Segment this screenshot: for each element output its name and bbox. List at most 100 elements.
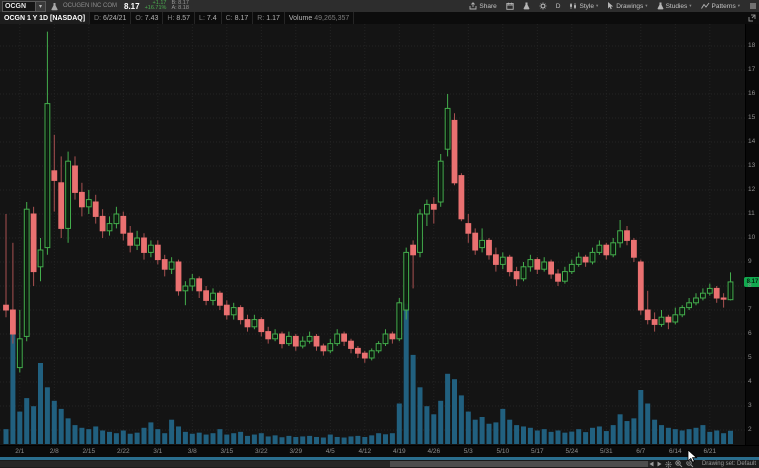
ohlc-field-value: 8.57	[176, 14, 191, 22]
candlestick-chart[interactable]	[0, 24, 745, 445]
candle-down	[493, 254, 499, 265]
scroll-left-icon[interactable]	[649, 461, 654, 467]
candle-down	[430, 203, 437, 210]
volume-bar	[486, 423, 492, 444]
candle-up	[382, 333, 389, 345]
candle-down	[720, 297, 727, 300]
volume-bar	[31, 406, 37, 444]
volume-bar	[169, 419, 175, 444]
volume-bar	[24, 398, 30, 444]
volume-bar	[679, 430, 685, 444]
toolbar-patterns-button[interactable]: Patterns ▾	[700, 2, 740, 10]
volume-bar	[355, 435, 361, 444]
volume-bar	[203, 434, 209, 444]
toolbar-right-group: Share D Style ▾ Drawings ▾ Studies ▾ Patterns ▾	[469, 0, 757, 12]
toolbar-drawings-button[interactable]: Drawings ▾	[607, 2, 648, 10]
time-axis-label: 3/15	[220, 448, 234, 455]
candle-up	[417, 213, 423, 253]
time-axis-label: 5/10	[496, 448, 510, 455]
volume-bar	[286, 435, 292, 444]
chart-settings-icon[interactable]	[665, 460, 672, 468]
candle-up	[189, 278, 196, 287]
time-axis-label: 3/1	[153, 448, 163, 455]
candle-down	[175, 261, 182, 292]
volume-bar	[72, 425, 78, 444]
time-axis-label: 4/26	[427, 448, 441, 455]
symbol-dropdown-button[interactable]: ▾	[35, 0, 46, 12]
price-axis[interactable]: 8.17 2 3 4 5 6 7 8 9 10 11 12 13 14 15 16 17 18	[744, 24, 759, 445]
ohlc-field-label: R:	[257, 14, 265, 22]
volume-bar	[514, 425, 520, 444]
candle-up	[575, 256, 582, 265]
panel-maximize-icon[interactable]	[748, 12, 756, 24]
time-axis-label: 3/8	[187, 448, 197, 455]
share-icon	[469, 2, 477, 10]
toolbar-settings-button[interactable]	[539, 2, 547, 10]
hscrollbar-thumb[interactable]	[390, 461, 648, 467]
candle-down	[79, 191, 85, 208]
zoom-in-icon[interactable]	[675, 460, 683, 468]
flask-icon[interactable]	[51, 2, 58, 11]
volume-bar	[320, 437, 326, 444]
price-axis-label: 17	[748, 66, 756, 73]
ohlc-field-value: 6/24/21	[103, 14, 127, 22]
volume-bar	[624, 421, 630, 444]
ohlc-field: D: 6/24/21	[90, 12, 132, 24]
volume-bar	[120, 430, 126, 444]
candle-down	[154, 244, 161, 261]
candle-down	[534, 259, 541, 270]
candle-up	[148, 244, 154, 253]
candle-down	[223, 304, 230, 316]
volume-bar	[493, 422, 499, 444]
volume-bar	[728, 430, 733, 444]
volume-bar	[403, 303, 409, 444]
volume-bar	[707, 431, 713, 444]
candle-down	[258, 319, 265, 333]
toolbar-menu-button[interactable]	[749, 2, 757, 10]
volume-bar	[245, 435, 250, 444]
toolbar-studies-button[interactable]: Studies ▾	[657, 2, 692, 10]
time-axis-label: 2/15	[82, 448, 96, 455]
toolbar-share-button[interactable]: Share	[469, 2, 497, 10]
volume-bar	[10, 327, 16, 444]
toolbar-timeframe-button[interactable]: D	[556, 3, 561, 10]
price-axis-label: 18	[748, 42, 756, 49]
candle-up	[658, 316, 665, 325]
volume-bar	[521, 426, 526, 444]
candle-down	[127, 232, 134, 246]
ohlc-field-value: 1.17	[266, 14, 280, 22]
volume-bar	[79, 427, 85, 444]
chart-title[interactable]: OCGN 1 Y 1D [NASDAQ]	[0, 12, 91, 24]
price-axis-label: 7	[748, 306, 752, 313]
candle-up	[23, 208, 30, 337]
candle-up	[499, 256, 506, 265]
toolbar-style-button[interactable]: Style ▾	[569, 2, 598, 10]
volume-bar	[445, 373, 451, 444]
candle-down	[320, 345, 327, 352]
candle-down	[341, 333, 348, 342]
toolbar-timeframe-label: D	[555, 2, 561, 10]
time-axis-label: 2/1	[15, 448, 25, 455]
ohlc-field-value: 7.43	[144, 14, 159, 22]
volume-bar	[134, 432, 140, 444]
volume-bar	[251, 434, 257, 444]
hscrollbar-track[interactable]	[0, 461, 652, 467]
candle-down	[92, 201, 99, 217]
toolbar-calendar-button[interactable]	[506, 2, 514, 10]
ohlc-field-label: L:	[199, 14, 205, 22]
volume-bar	[389, 433, 395, 444]
volume-bar	[334, 436, 340, 444]
volume-bar	[141, 427, 147, 444]
volume-bar	[307, 435, 313, 444]
volume-bar	[100, 430, 106, 444]
symbol-input[interactable]: OCGN	[2, 0, 35, 12]
scroll-right-icon[interactable]	[657, 461, 662, 467]
toolbar-analyze-button[interactable]	[523, 2, 530, 10]
candle-down	[651, 319, 658, 325]
volume-bar	[314, 436, 319, 444]
hamburger-icon	[749, 2, 757, 10]
volume-bar	[652, 419, 658, 444]
toolbar-style-label: Style	[579, 2, 594, 10]
candle-up	[134, 237, 140, 246]
candle-down	[279, 333, 285, 345]
